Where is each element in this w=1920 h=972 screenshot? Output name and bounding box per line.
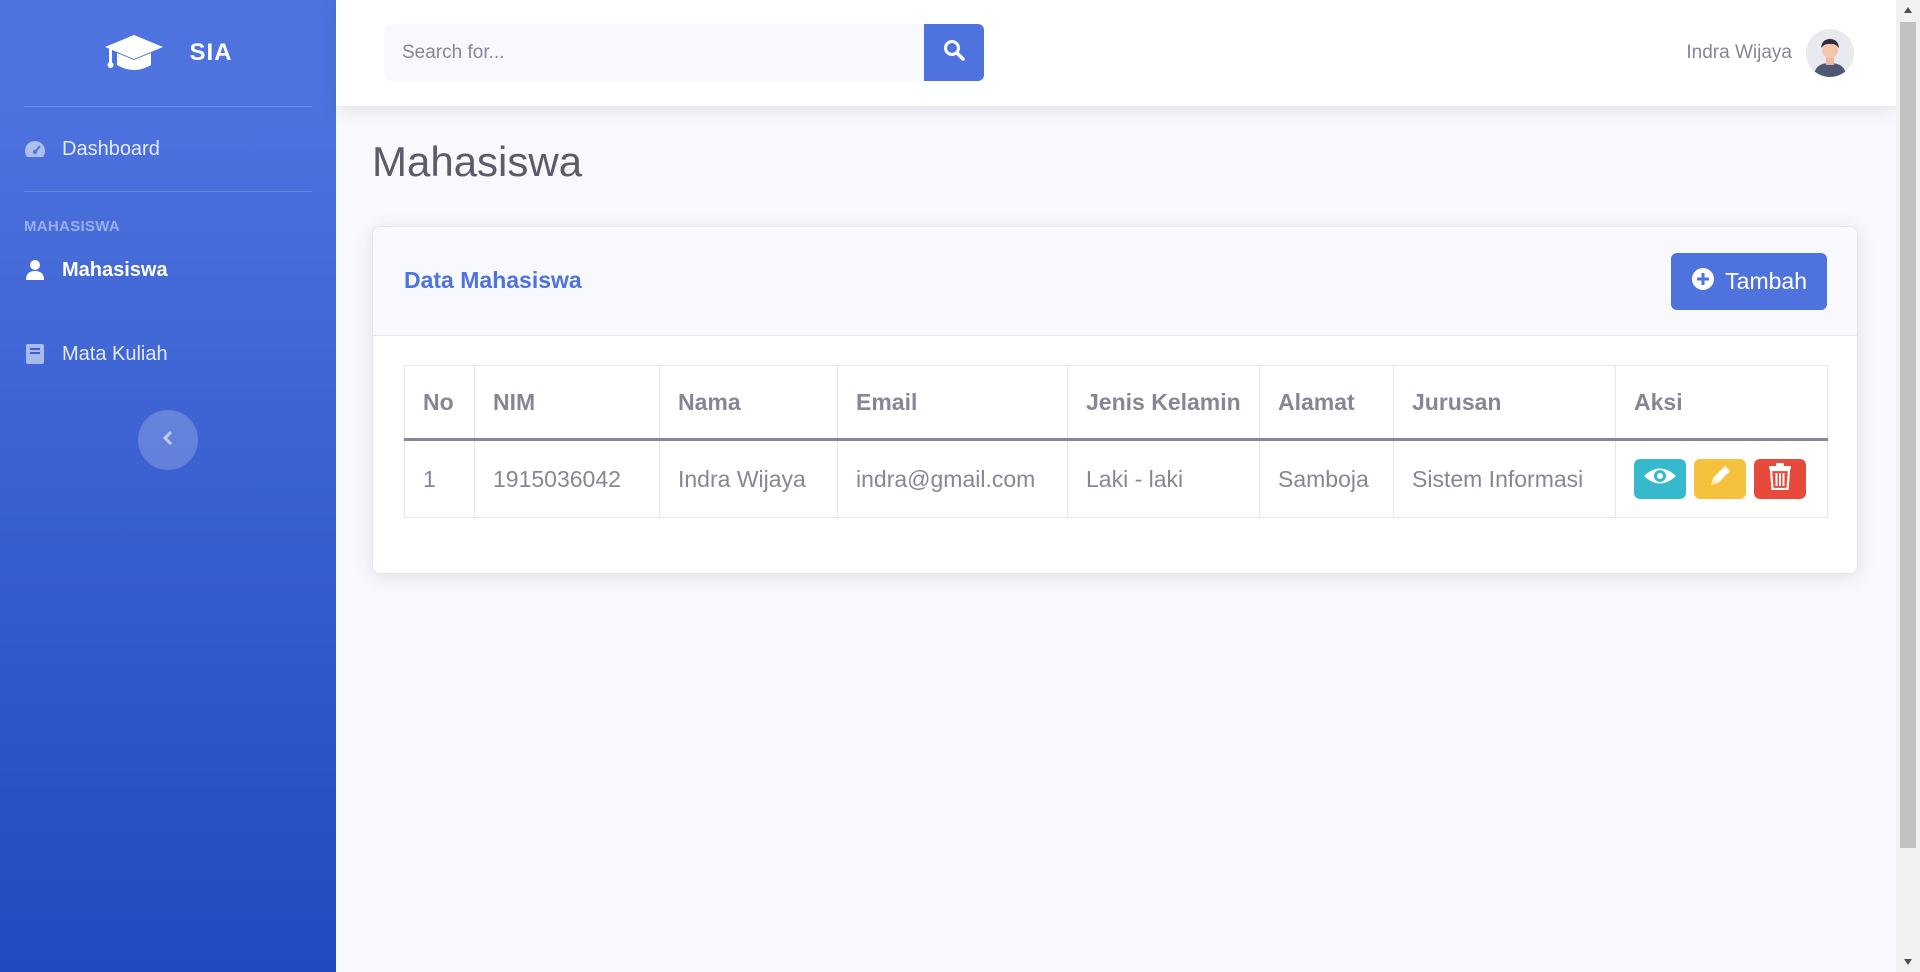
card-header: Data Mahasiswa Tambah	[373, 227, 1857, 336]
cell-no: 1	[404, 439, 475, 518]
cell-email: indra@gmail.com	[837, 439, 1068, 518]
column-header-email: Email	[837, 365, 1068, 441]
edit-button[interactable]	[1694, 459, 1746, 499]
book-icon	[24, 343, 46, 365]
column-header-nim: NIM	[474, 365, 660, 441]
user-name: Indra Wijaya	[1686, 42, 1792, 63]
cell-nama: Indra Wijaya	[659, 439, 838, 518]
trash-icon	[1768, 462, 1792, 496]
search-input[interactable]	[384, 24, 924, 81]
graduation-cap-icon	[103, 33, 165, 73]
cell-alamat: Samboja	[1259, 439, 1394, 518]
column-header-no: No	[404, 365, 475, 441]
data-table: No NIM Nama Email Jenis Kelamin Alamat J…	[404, 365, 1828, 518]
column-header-jurusan: Jurusan	[1393, 365, 1616, 441]
brand-text: SIA	[189, 39, 233, 66]
sidebar-item-label: Dashboard	[62, 137, 160, 160]
search-group	[384, 24, 984, 81]
table-row: 1 1915036042 Indra Wijaya indra@gmail.co…	[404, 439, 1828, 518]
data-card: Data Mahasiswa Tambah No NIM Nama Email …	[372, 226, 1858, 574]
sidebar-heading: MAHASISWA	[24, 218, 121, 235]
column-header-nama: Nama	[659, 365, 838, 441]
column-header-aksi: Aksi	[1615, 365, 1828, 441]
sidebar-item-label: Mahasiswa	[62, 258, 168, 281]
sidebar-item-mata-kuliah[interactable]: Mata Kuliah	[0, 305, 336, 403]
chevron-left-icon	[162, 430, 174, 451]
sidebar-item-mahasiswa[interactable]: Mahasiswa	[0, 235, 336, 305]
card-title: Data Mahasiswa	[404, 267, 582, 293]
eye-icon	[1643, 465, 1677, 493]
view-button[interactable]	[1634, 459, 1686, 499]
pencil-icon	[1707, 463, 1733, 495]
sidebar-item-dashboard[interactable]: Dashboard	[0, 107, 336, 191]
user-icon	[24, 259, 46, 281]
cell-jurusan: Sistem Informasi	[1393, 439, 1616, 518]
column-header-jenis-kelamin: Jenis Kelamin	[1067, 365, 1260, 441]
row-actions	[1634, 459, 1809, 499]
search-icon	[943, 39, 965, 66]
user-dropdown[interactable]: Indra Wijaya	[1686, 29, 1854, 77]
cell-nim: 1915036042	[474, 439, 660, 518]
add-button[interactable]: Tambah	[1671, 253, 1827, 310]
data-table-wrapper: No NIM Nama Email Jenis Kelamin Alamat J…	[404, 365, 1828, 518]
add-button-label: Tambah	[1725, 268, 1807, 294]
page-title: Mahasiswa	[372, 138, 583, 185]
sidebar: SIA Dashboard MAHASISWA Mahasiswa Mata K…	[0, 0, 336, 972]
cell-aksi	[1615, 439, 1828, 518]
avatar	[1806, 29, 1854, 77]
plus-circle-icon	[1691, 267, 1715, 297]
delete-button[interactable]	[1754, 459, 1806, 499]
table-header-row: No NIM Nama Email Jenis Kelamin Alamat J…	[404, 365, 1828, 441]
search-button[interactable]	[924, 24, 984, 81]
cell-jenis-kelamin: Laki - laki	[1067, 439, 1260, 518]
column-header-alamat: Alamat	[1259, 365, 1394, 441]
tachometer-icon	[24, 138, 46, 160]
scroll-up-arrow-icon[interactable]	[1896, 0, 1920, 20]
topbar: Indra Wijaya	[336, 0, 1896, 106]
sidebar-toggle-button[interactable]	[138, 410, 198, 470]
scrollbar-thumb[interactable]	[1900, 22, 1916, 848]
scroll-down-arrow-icon[interactable]	[1896, 952, 1920, 972]
sidebar-item-label: Mata Kuliah	[62, 342, 168, 365]
page-scrollbar[interactable]	[1896, 0, 1920, 972]
sidebar-brand[interactable]: SIA	[0, 0, 336, 106]
